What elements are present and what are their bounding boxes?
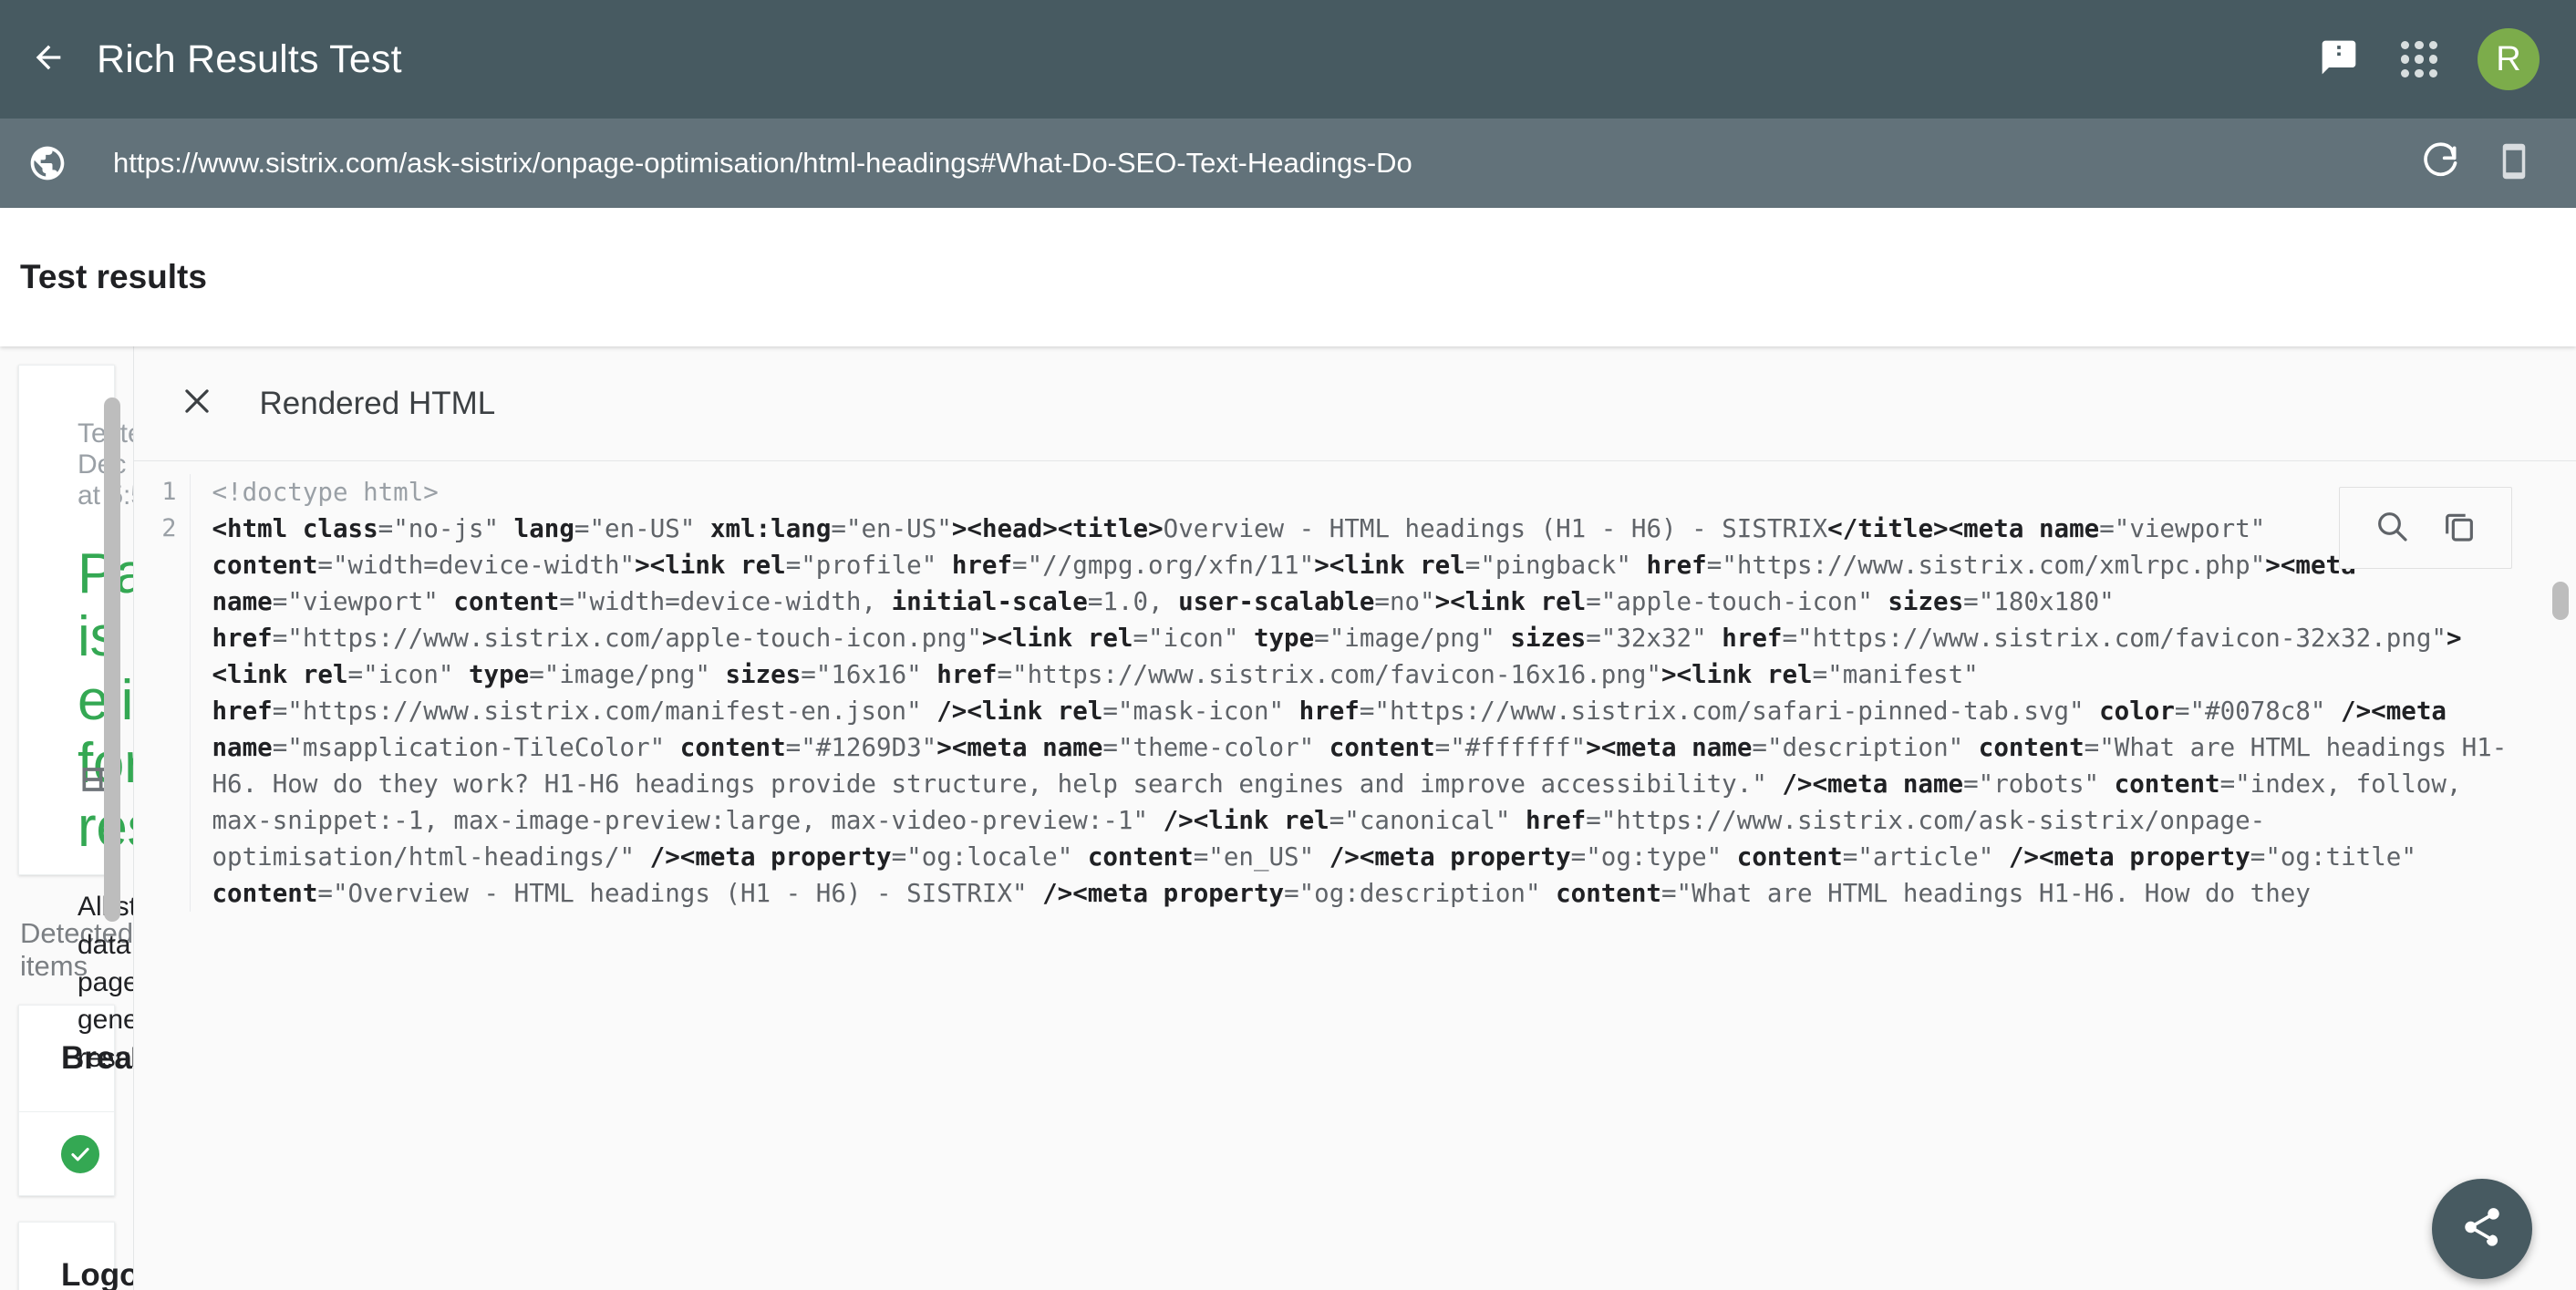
test-results-header: Test results	[0, 208, 2576, 346]
copy-icon	[2441, 508, 2478, 549]
search-icon	[2374, 508, 2410, 549]
results-pane: Tested on: Dec 9, 2020 at 5:56 PM Page i…	[0, 346, 133, 1290]
back-button[interactable]	[20, 31, 77, 88]
apps-grid-icon	[2401, 41, 2437, 77]
share-icon	[2459, 1204, 2505, 1254]
feedback-button[interactable]	[2299, 19, 2379, 99]
summary-card: Tested on: Dec 9, 2020 at 5:56 PM Page i…	[18, 365, 133, 1073]
code-content[interactable]: <!doctype html> <html class="no-js" lang=…	[191, 474, 2576, 912]
google-apps-button[interactable]	[2379, 19, 2459, 99]
avatar[interactable]: R	[2478, 28, 2540, 90]
avatar-initial: R	[2496, 39, 2521, 78]
close-button[interactable]	[172, 379, 222, 428]
smartphone-icon	[2495, 142, 2533, 185]
detected-item-card: Logos	[18, 1222, 133, 1290]
check-circle-icon	[61, 1134, 99, 1173]
device-toggle-button[interactable]	[2478, 142, 2550, 185]
page-title: Rich Results Test	[97, 36, 402, 81]
line-number-gutter: 1 2	[134, 474, 191, 912]
rendered-html-header: Rendered HTML	[133, 346, 2576, 460]
code-area: 1 2 <!doctype html> <html class="no-js" l…	[134, 461, 2576, 912]
refresh-button[interactable]	[2405, 141, 2478, 186]
copy-button[interactable]	[2426, 499, 2493, 557]
app-bar: Rich Results Test R	[0, 0, 2576, 119]
feedback-icon	[2319, 37, 2359, 82]
arrow-back-icon	[30, 39, 67, 80]
detected-item-row[interactable]: Unnamed item	[19, 1111, 114, 1195]
detected-item-name: Logos	[61, 1257, 133, 1290]
globe-icon	[20, 143, 75, 183]
code-panel-scrollbar[interactable]	[2552, 582, 2569, 620]
close-icon	[180, 384, 214, 423]
url-text[interactable]: https://www.sistrix.com/ask-sistrix/onpa…	[113, 147, 2405, 180]
code-toolbar	[2339, 487, 2512, 569]
rendered-html-code-panel: 1 2 <!doctype html> <html class="no-js" l…	[133, 460, 2576, 1290]
search-button[interactable]	[2358, 499, 2426, 557]
rendered-html-title: Rendered HTML	[259, 385, 496, 421]
url-bar: https://www.sistrix.com/ask-sistrix/onpa…	[0, 119, 2576, 208]
rendered-html-pane: Rendered HTML 1 2 <!doctype html> <html c…	[132, 346, 2576, 1290]
content-split: Tested on: Dec 9, 2020 at 5:56 PM Page i…	[0, 346, 2576, 1290]
results-pane-scrollbar[interactable]	[103, 397, 120, 922]
detected-item-header[interactable]: Logos	[19, 1223, 133, 1290]
test-results-title: Test results	[20, 258, 207, 295]
share-button[interactable]	[2432, 1179, 2532, 1279]
refresh-icon	[2421, 141, 2461, 186]
